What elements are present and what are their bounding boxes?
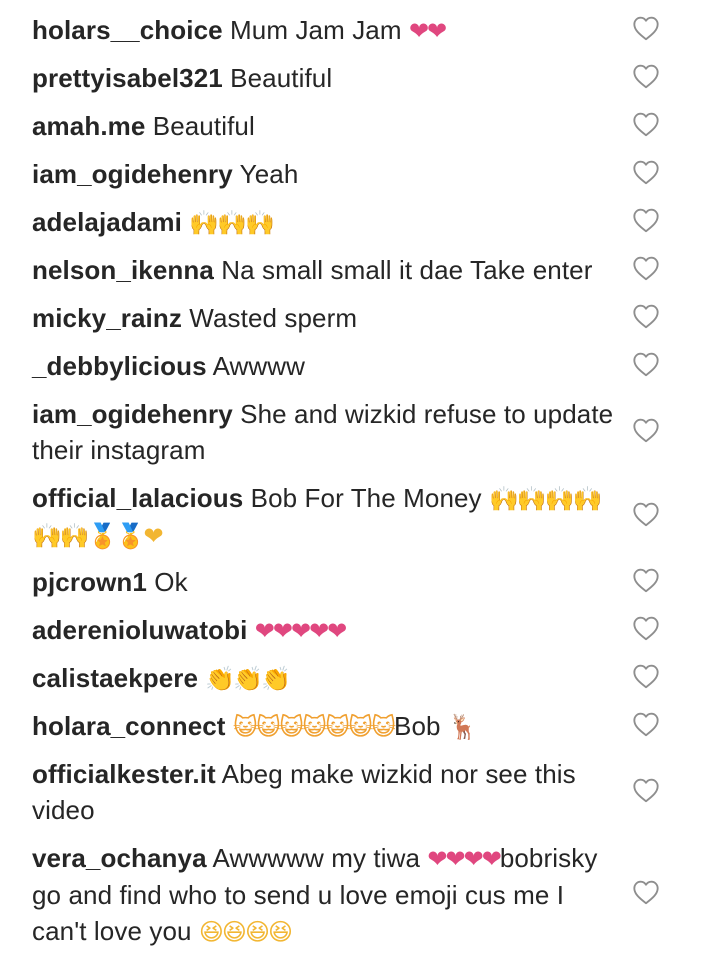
heart-outline-icon[interactable]: [632, 777, 660, 803]
comment-body: Awwww: [212, 351, 306, 381]
comment-text: calistaekpere 👏👏👏: [32, 660, 622, 697]
comment-username[interactable]: adelajadami: [32, 207, 182, 237]
comment-item: pjcrown1 Ok: [32, 564, 720, 600]
comment-item: officialkester.it Abeg make wizkid nor s…: [32, 756, 720, 828]
heart-outline-icon[interactable]: [632, 351, 660, 377]
comment-text: iam_ogidehenry She and wizkid refuse to …: [32, 396, 622, 468]
comment-text: _debbylicious Awwww: [32, 348, 622, 384]
heart-outline-icon[interactable]: [632, 567, 660, 593]
heart-outline-icon[interactable]: [632, 207, 660, 233]
comment-username[interactable]: holars__choice: [32, 15, 223, 45]
comment-text: adelajadami 🙌🙌🙌: [32, 204, 622, 241]
comment-text: holara_connect 😺😺😺😺😺😺😺Bob 🦌: [32, 708, 622, 745]
comment-username[interactable]: prettyisabel321: [32, 63, 223, 93]
comment-text: pjcrown1 Ok: [32, 564, 622, 600]
comment-emoji: ❤❤❤❤: [427, 845, 501, 873]
comment-username[interactable]: vera_ochanya: [32, 843, 207, 873]
comment-emoji: 😺😺😺😺😺😺😺: [232, 713, 396, 741]
comment-item: vera_ochanya Awwwww my tiwa ❤❤❤❤bobrisky…: [32, 840, 720, 950]
heart-outline-icon[interactable]: [632, 879, 660, 905]
comment-username[interactable]: nelson_ikenna: [32, 255, 214, 285]
comment-body: Awwwww my tiwa: [212, 843, 421, 873]
comment-item: holara_connect 😺😺😺😺😺😺😺Bob 🦌: [32, 708, 720, 745]
comment-body: Mum Jam Jam: [230, 15, 402, 45]
comment-item: aderenioluwatobi ❤❤❤❤❤: [32, 612, 720, 649]
heart-outline-icon[interactable]: [632, 615, 660, 641]
comment-item: iam_ogidehenry She and wizkid refuse to …: [32, 396, 720, 468]
comment-text: iam_ogidehenry Yeah: [32, 156, 622, 192]
comment-username[interactable]: iam_ogidehenry: [32, 159, 233, 189]
comment-username[interactable]: micky_rainz: [32, 303, 182, 333]
comment-item: prettyisabel321 Beautiful: [32, 60, 720, 96]
heart-outline-icon[interactable]: [632, 63, 660, 89]
comment-body: Yeah: [239, 159, 299, 189]
comment-emoji: ❤❤❤❤❤: [254, 617, 348, 645]
heart-outline-icon[interactable]: [632, 111, 660, 137]
comment-item: official_lalacious Bob For The Money 🙌🙌🙌…: [32, 480, 720, 554]
heart-outline-icon[interactable]: [632, 711, 660, 737]
comment-body: Wasted sperm: [189, 303, 358, 333]
heart-outline-icon[interactable]: [632, 15, 660, 41]
heart-outline-icon[interactable]: [632, 663, 660, 689]
comment-username[interactable]: pjcrown1: [32, 567, 147, 597]
comment-text: micky_rainz Wasted sperm: [32, 300, 622, 336]
comment-text: nelson_ikenna Na small small it dae Take…: [32, 252, 622, 288]
comment-item: micky_rainz Wasted sperm: [32, 300, 720, 336]
comment-text: aderenioluwatobi ❤❤❤❤❤: [32, 612, 622, 649]
comment-item: amah.me Beautiful: [32, 108, 720, 144]
comment-username[interactable]: calistaekpere: [32, 663, 198, 693]
comment-item: nelson_ikenna Na small small it dae Take…: [32, 252, 720, 288]
heart-outline-icon[interactable]: [632, 255, 660, 281]
heart-outline-icon[interactable]: [632, 501, 660, 527]
comment-body: Beautiful: [152, 111, 255, 141]
comment-body: Bob For The Money: [250, 483, 482, 513]
comment-emoji-trailing: 🦌: [447, 713, 478, 741]
comment-item: _debbylicious Awwww: [32, 348, 720, 384]
comment-emoji: 👏👏👏: [205, 665, 291, 693]
comment-text: holars__choice Mum Jam Jam ❤❤: [32, 12, 622, 49]
comment-item: iam_ogidehenry Yeah: [32, 156, 720, 192]
comment-body-continued: Bob: [394, 711, 441, 741]
comment-username[interactable]: officialkester.it: [32, 759, 216, 789]
comment-username[interactable]: official_lalacious: [32, 483, 243, 513]
comment-text: officialkester.it Abeg make wizkid nor s…: [32, 756, 622, 828]
comment-emoji: ❤❤: [408, 17, 447, 45]
comment-text: vera_ochanya Awwwww my tiwa ❤❤❤❤bobrisky…: [32, 840, 622, 950]
comment-username[interactable]: holara_connect: [32, 711, 226, 741]
comment-username[interactable]: _debbylicious: [32, 351, 207, 381]
heart-outline-icon[interactable]: [632, 159, 660, 185]
heart-outline-icon[interactable]: [632, 303, 660, 329]
comment-username[interactable]: aderenioluwatobi: [32, 615, 247, 645]
comment-emoji: 🙌🙌🙌: [189, 209, 275, 237]
comment-item: holars__choice Mum Jam Jam ❤❤: [32, 12, 720, 49]
comment-username[interactable]: amah.me: [32, 111, 145, 141]
heart-outline-icon[interactable]: [632, 417, 660, 443]
comment-text: prettyisabel321 Beautiful: [32, 60, 622, 96]
comment-item: adelajadami 🙌🙌🙌: [32, 204, 720, 241]
comment-emoji-trailing: 😆😆😆😆: [198, 918, 293, 946]
comment-body: Ok: [154, 567, 188, 597]
comment-item: calistaekpere 👏👏👏: [32, 660, 720, 697]
comment-text: amah.me Beautiful: [32, 108, 622, 144]
comment-username[interactable]: iam_ogidehenry: [32, 399, 233, 429]
comment-body: Beautiful: [230, 63, 333, 93]
comment-body: Na small small it dae Take enter: [221, 255, 593, 285]
comment-text: official_lalacious Bob For The Money 🙌🙌🙌…: [32, 480, 622, 554]
